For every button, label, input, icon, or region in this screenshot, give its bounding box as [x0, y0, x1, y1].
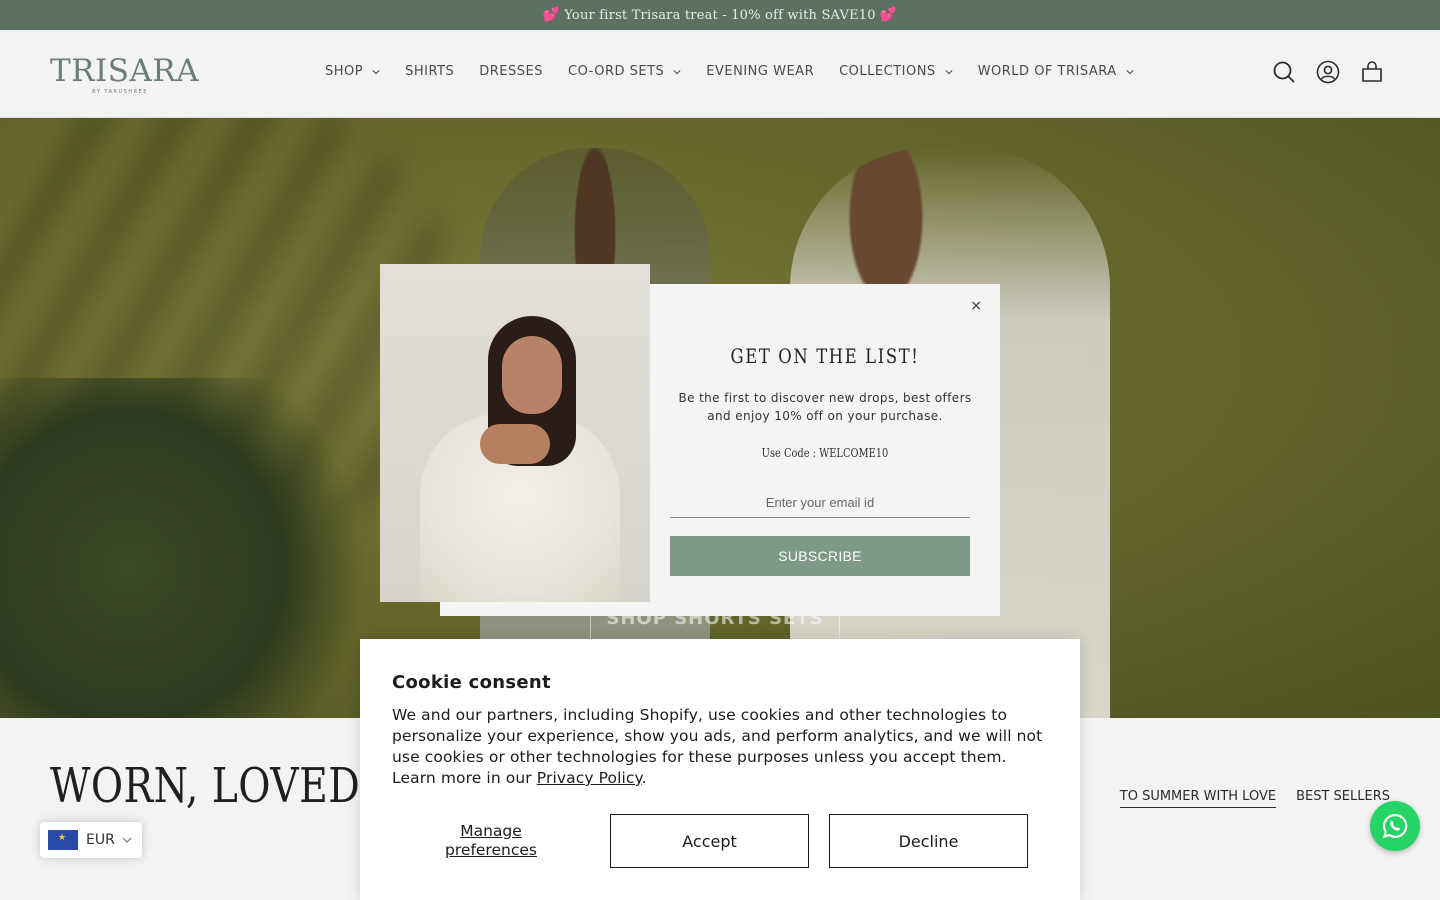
- cookie-body: We and our partners, including Shopify, …: [392, 705, 1052, 789]
- nav-label: SHOP: [325, 64, 364, 79]
- hero-plant: [0, 378, 380, 718]
- nav-item-shop[interactable]: SHOP: [325, 64, 380, 79]
- popup-title: GET ON THE LIST!: [730, 344, 920, 368]
- announcement-text: Your first Trisara treat - 10% off with …: [564, 7, 876, 23]
- account-icon[interactable]: [1316, 60, 1340, 84]
- nav-item-world-of-trisara[interactable]: WORLD OF TRISARA: [978, 64, 1134, 79]
- newsletter-popup: × GET ON THE LIST! Be the first to disco…: [650, 284, 1000, 616]
- main-nav: SHOP SHIRTS DRESSES CO-ORD SETS EVENING …: [325, 64, 1159, 79]
- cookie-consent-banner: Cookie consent We and our partners, incl…: [360, 639, 1080, 900]
- chevron-down-icon: [372, 69, 380, 74]
- nav-item-co-ord-sets[interactable]: CO-ORD SETS: [568, 64, 681, 79]
- nav-label: DRESSES: [479, 64, 543, 79]
- currency-selector[interactable]: EUR: [40, 822, 142, 858]
- search-icon[interactable]: [1272, 60, 1296, 84]
- section-tabs: TO SUMMER WITH LOVE BEST SELLERS: [1119, 789, 1390, 808]
- popup-image-arm: [480, 424, 550, 464]
- heart-icon: 💕: [542, 7, 561, 23]
- cookie-body-text: We and our partners, including Shopify, …: [392, 706, 1043, 787]
- accept-button[interactable]: Accept: [610, 814, 809, 868]
- popup-description: Be the first to discover new drops, best…: [678, 391, 972, 423]
- chevron-down-icon: [945, 69, 953, 74]
- cookie-body-period: .: [641, 769, 647, 787]
- logo[interactable]: TRISARA BY TARUSHREE: [50, 53, 200, 99]
- tab-best-sellers[interactable]: BEST SELLERS: [1296, 789, 1390, 808]
- eu-flag-icon: [48, 830, 78, 850]
- cart-icon[interactable]: [1360, 60, 1384, 84]
- heart-icon: 💕: [879, 7, 898, 23]
- tab-to-summer-with-love[interactable]: TO SUMMER WITH LOVE: [1119, 789, 1277, 808]
- email-field[interactable]: [670, 488, 970, 518]
- nav-label: SHIRTS: [405, 64, 455, 79]
- popup-image: [380, 264, 650, 602]
- decline-button[interactable]: Decline: [829, 814, 1028, 868]
- cookie-title: Cookie consent: [392, 672, 551, 693]
- whatsapp-button[interactable]: [1370, 801, 1420, 851]
- header-icons: [1272, 60, 1384, 84]
- nav-label: EVENING WEAR: [706, 64, 815, 79]
- nav-item-collections[interactable]: COLLECTIONS: [839, 64, 953, 79]
- currency-code: EUR: [86, 832, 115, 848]
- popup-image-face: [502, 336, 562, 414]
- logo-subtitle: BY TARUSHREE: [92, 89, 148, 95]
- announcement-bar: 💕 Your first Trisara treat - 10% off wit…: [0, 0, 1440, 30]
- subscribe-button[interactable]: SUBSCRIBE: [670, 536, 970, 576]
- site-header: TRISARA BY TARUSHREE SHOP SHIRTS DRESSES…: [0, 30, 1440, 118]
- chevron-down-icon: [122, 837, 132, 843]
- popup-promo-code: Use Code : WELCOME10: [761, 446, 889, 460]
- nav-item-shirts[interactable]: SHIRTS: [405, 64, 454, 79]
- nav-label: COLLECTIONS: [839, 64, 936, 79]
- manage-preferences-link[interactable]: Manage preferences: [412, 822, 570, 860]
- close-icon[interactable]: ×: [970, 298, 982, 314]
- chevron-down-icon: [673, 69, 681, 74]
- nav-item-evening-wear[interactable]: EVENING WEAR: [706, 64, 814, 79]
- privacy-policy-link[interactable]: Privacy Policy: [537, 769, 642, 787]
- nav-item-dresses[interactable]: DRESSES: [479, 64, 543, 79]
- nav-label: CO-ORD SETS: [568, 64, 665, 79]
- logo-wordmark: TRISARA: [50, 53, 200, 89]
- chevron-down-icon: [1126, 69, 1134, 74]
- nav-label: WORLD OF TRISARA: [977, 64, 1117, 79]
- whatsapp-icon: [1383, 813, 1408, 838]
